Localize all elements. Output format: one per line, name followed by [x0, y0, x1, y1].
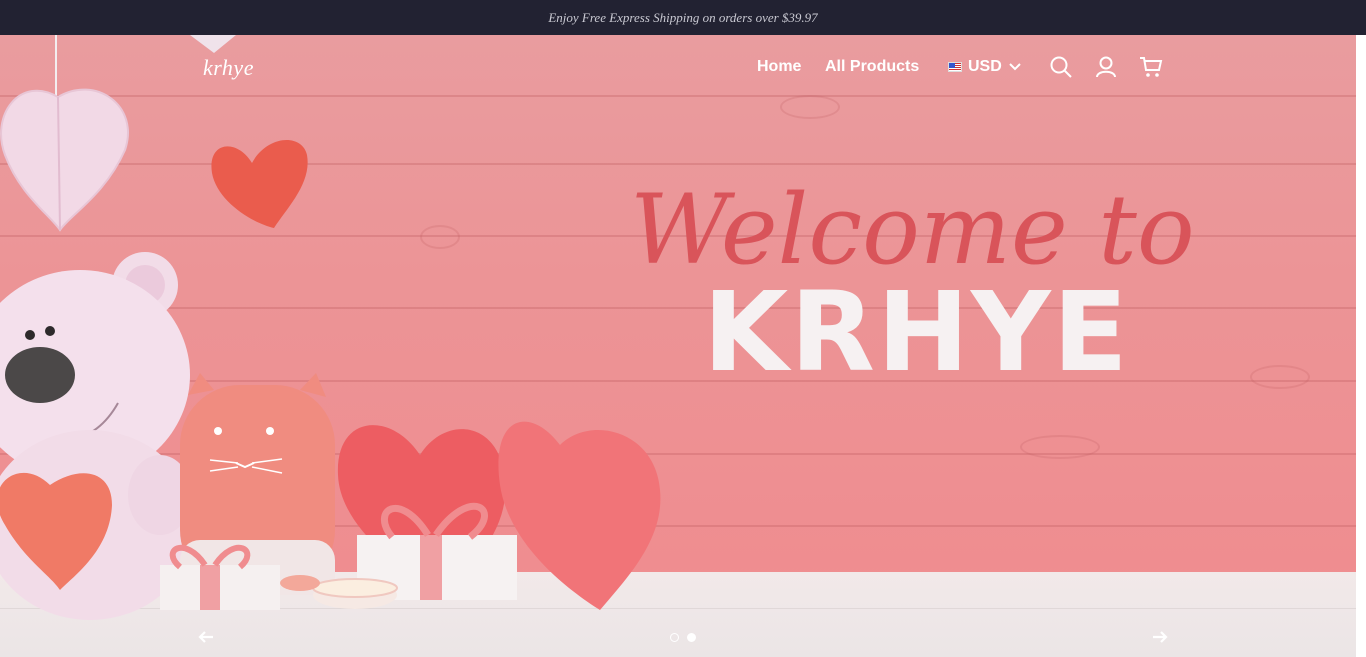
wall-heart-icon: [211, 140, 308, 228]
nav-all-products[interactable]: All Products: [825, 56, 919, 78]
paper-heart-icon: [190, 35, 236, 53]
slide-dots: [670, 633, 696, 642]
site-logo[interactable]: krhye: [203, 55, 254, 81]
arrow-right-icon[interactable]: [1151, 628, 1169, 646]
us-flag-icon: [948, 62, 962, 72]
account-icon[interactable]: [1094, 55, 1118, 79]
cart-icon[interactable]: [1139, 55, 1163, 79]
hero-brand-title: KRHYE: [703, 268, 1130, 396]
arrow-left-icon[interactable]: [197, 628, 215, 646]
slide-dot-active[interactable]: [687, 633, 696, 642]
currency-selector[interactable]: USD: [948, 56, 1022, 78]
search-icon[interactable]: [1049, 55, 1073, 79]
nav-link-all-products[interactable]: All Products: [825, 58, 919, 76]
chevron-down-icon: [1009, 63, 1021, 71]
nav-home[interactable]: Home: [757, 56, 801, 78]
announcement-bar: Enjoy Free Express Shipping on orders ov…: [0, 0, 1366, 35]
hero-illustration: Welcome to: [0, 35, 1195, 620]
nav-link-home[interactable]: Home: [757, 58, 801, 76]
announcement-text: Enjoy Free Express Shipping on orders ov…: [548, 9, 818, 25]
hero-banner: Welcome to KRHYE: [0, 35, 1356, 657]
currency-code: USD: [968, 58, 1002, 75]
slide-dot[interactable]: [670, 633, 679, 642]
